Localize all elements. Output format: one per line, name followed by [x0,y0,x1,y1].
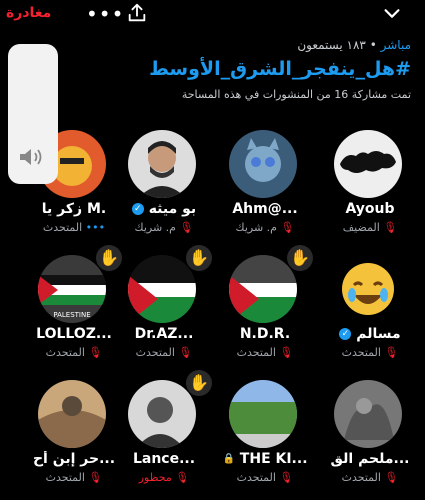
raised-hand-icon: ✋ [287,245,313,271]
mic-muted-icon: 🎙 [279,471,294,484]
participant-name: Ayoub [345,201,395,217]
participant-card[interactable]: ✓ بو ميثه 🎙 م. شريك [114,124,214,244]
participant-name: ملحم الق... [330,451,410,467]
raised-hand-icon: ✋ [186,245,212,271]
mic-muted-icon: 🎙 [179,221,194,234]
mic-muted-icon: 🎙 [178,346,193,359]
participant-card[interactable]: ✋ Dr.AZ... 🎙 المتحدث [114,245,214,369]
avatar [334,380,402,448]
live-status: مباشر • ١٨٣ يستمعون [51,38,411,52]
shared-posts-text[interactable]: تمت مشاركة 16 من المنشورات في هذه المساح… [51,88,411,101]
live-label: مباشر [380,38,411,52]
leave-button[interactable]: مغادرة [6,5,51,21]
participant-role: 🎙 م. شريك [235,221,295,234]
participant-name: Dr.AZ... [134,326,194,342]
participant-name: N.D.R. [239,326,291,342]
participant-card[interactable]: PALESTINE ✋ LOLLOZ... 🎙 المتحدث [24,245,124,369]
participant-card[interactable]: Ahm@... 🎙 م. شريك [215,124,315,244]
avatar [229,380,297,448]
share-icon[interactable] [126,2,148,24]
speaker-volume-icon [20,149,42,165]
participant-name: زكر يا M. [41,201,107,217]
lock-icon: 🔒 [222,453,235,465]
participant-role: ••• المتحدث [42,221,106,234]
participant-name: Ahm@... [232,201,298,217]
participant-role: 🎙 المتحدث [236,471,294,484]
avatar [334,130,402,198]
volume-slider[interactable] [8,44,58,184]
participant-role: 🎙 المتحدث [45,346,103,359]
collapse-chevron-icon[interactable] [381,2,403,24]
verified-badge-icon: ✓ [131,203,144,215]
avatar [334,255,402,323]
more-options-button[interactable]: ••• [86,2,124,26]
mic-muted-icon: 🎙 [279,346,294,359]
mic-muted-icon: 🎙 [88,346,103,359]
participant-card[interactable]: Ayoub 🎙 المضيف [320,124,420,244]
speaking-dots-icon: ••• [85,221,106,234]
participant-name: حر إبن أح... [32,451,116,467]
mic-muted-icon: 🎙 [384,346,399,359]
palestine-text: PALESTINE [53,311,90,319]
participant-role: 🎙 المتحدث [236,346,294,359]
avatar: PALESTINE [38,255,106,323]
space-title[interactable]: #هل_ينفجر_الشرق_الأوسط [51,58,411,80]
participant-role: 🎙 المتحدث [341,471,399,484]
verified-badge-icon: ✓ [339,328,352,340]
participant-card[interactable]: ملحم الق... 🎙 المتحدث [320,374,420,494]
avatar [128,380,196,448]
avatar [229,255,297,323]
participant-card[interactable]: ✋ Lance... 🎙 محظور [114,370,214,494]
avatar [38,380,106,448]
avatar [128,255,196,323]
participant-name: ✓ بو ميثه [114,201,214,217]
participant-role: 🎙 المتحدث [45,471,103,484]
participant-card[interactable]: ✓ مسالم 🎙 المتحدث [320,249,420,369]
avatar [128,130,196,198]
mic-muted-icon: 🎙 [383,221,398,234]
participant-role: 🎙 المتحدث [135,346,193,359]
participant-name: LOLLOZ... [36,326,112,342]
avatar [229,130,297,198]
mic-muted-icon: 🎙 [88,471,103,484]
participant-card[interactable]: 🔒 THE KI... 🎙 المتحدث [215,374,315,494]
mic-muted-icon: 🎙 [175,471,190,484]
participant-role: 🎙 المتحدث [341,346,399,359]
top-bar: مغادرة ••• [0,0,425,30]
participant-role: 🎙 م. شريك [134,221,194,234]
mic-muted-icon: 🎙 [384,471,399,484]
raised-hand-icon: ✋ [96,245,122,271]
participant-role: 🎙 محظور [138,471,190,484]
participant-role: 🎙 المضيف [342,221,398,234]
participant-card[interactable]: حر إبن أح... 🎙 المتحدث [24,374,124,494]
participant-name: ✓ مسالم [320,326,420,342]
mic-muted-icon: 🎙 [280,221,295,234]
dot-separator: • [365,38,377,52]
space-header: مباشر • ١٨٣ يستمعون #هل_ينفجر_الشرق_الأو… [51,38,411,101]
raised-hand-icon: ✋ [186,370,212,396]
listeners-count: ١٨٣ يستمعون [297,38,366,52]
participant-card[interactable]: ✋ N.D.R. 🎙 المتحدث [215,245,315,369]
participant-name: 🔒 THE KI... [222,451,308,467]
participant-name: Lance... [132,451,196,467]
